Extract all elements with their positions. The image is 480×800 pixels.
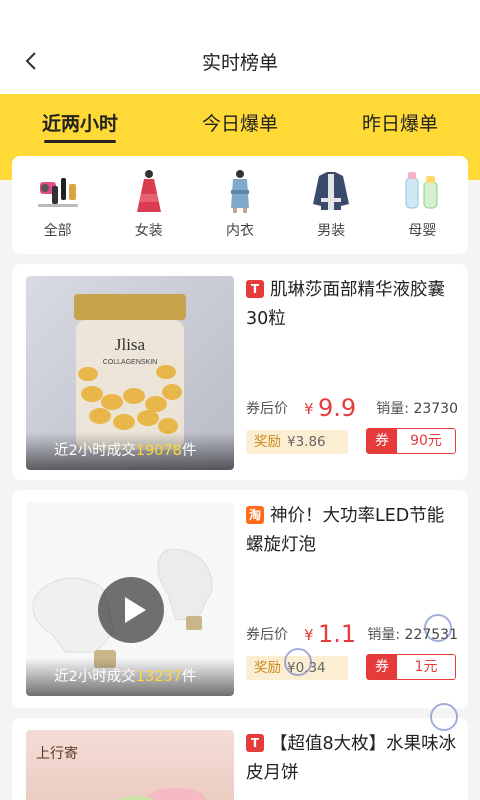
product-image-text: 上行寄 [36,745,78,762]
tmall-icon: T [246,734,264,752]
sales-unit: 件 [181,669,197,685]
sales-overlay: 近2小时成交19078件 [26,432,234,470]
touch-indicator [424,614,452,642]
coupon-value: 1元 [397,655,455,679]
category-underwear[interactable]: 内衣 [194,156,285,254]
coupon-value: 90元 [397,429,455,453]
category-label: 男装 [317,223,346,239]
sleepwear-icon [218,168,262,214]
category-men[interactable]: 男装 [286,156,377,254]
sales-unit: 件 [181,443,197,459]
category-label: 内衣 [226,223,254,239]
baby-bottle-icon [400,168,444,214]
product-title[interactable]: T 肌琳莎面部精华液胶囊30粒 [246,276,458,334]
time-tabs: 近两小时 今日爆单 昨日爆单 [0,94,480,154]
page-title: 实时榜单 [201,52,278,74]
tab-today-hot[interactable]: 今日爆单 [160,94,320,154]
dress-icon [127,168,171,214]
sales-count: 13237 [135,669,182,685]
product-card[interactable]: Jlisa COLLAGENSKIN 近2小时成交19078件 T 肌琳莎面部精华… [12,264,468,480]
sales-prefix: 近2小时成交 [54,443,136,459]
touch-indicator [284,648,312,676]
category-all[interactable]: 全部 [12,156,103,254]
sold-label: 销量: [367,627,401,643]
tab-yesterday-hot[interactable]: 昨日爆单 [320,94,480,154]
top-bar: 实时榜单 [0,0,480,94]
coupon-label: 券 [367,655,397,679]
category-women[interactable]: 女装 [103,156,194,254]
product-title[interactable]: 淘神价！大功率LED节能螺旋灯泡 [246,502,458,560]
currency-symbol: ¥ [304,400,314,418]
tmall-icon: T [246,280,264,298]
price-row: 券后价 ¥ 9.9 销量: 23730 [246,390,458,422]
price-label: 券后价 [246,401,288,417]
coupon-button[interactable]: 券 1元 [366,654,456,680]
jacket-icon [309,168,353,214]
category-label: 女装 [134,223,163,239]
currency-symbol: ¥ [304,626,314,644]
price-value: 9.9 [318,394,357,422]
reward-label: 奖励 [254,434,281,450]
product-subbrand-text: COLLAGENSKIN [103,359,157,366]
reward-badge: 奖励 ¥3.86 [246,430,348,454]
category-label: 全部 [43,223,72,239]
appliances-icon [36,168,80,214]
sold-count: 销量: 23730 [376,398,458,418]
sold-value: 23730 [413,401,458,417]
product-name: 【超值8大枚】水果味冰皮月饼 [246,734,457,783]
coupon-button[interactable]: 券 90元 [366,428,456,454]
product-card[interactable]: 近2小时成交13237件 淘神价！大功率LED节能螺旋灯泡 券后价 ¥ 1.1 … [12,490,468,708]
mooncake-image: 上行寄 [36,745,206,800]
sold-label: 销量: [376,401,409,417]
reward-label: 奖励 [254,660,281,676]
product-image: 近2小时成交13237件 [26,502,234,696]
taobao-icon: 淘 [246,506,264,524]
play-button[interactable] [98,577,164,643]
sales-prefix: 近2小时成交 [54,669,136,685]
price-value: 1.1 [318,620,357,648]
sales-count: 19078 [135,443,182,459]
product-name: 肌琳莎面部精华液胶囊30粒 [246,280,445,329]
product-card[interactable]: 上行寄 T 【超值8大枚】水果味冰皮月饼 [12,718,468,800]
play-icon [125,597,146,623]
touch-indicator [430,703,458,731]
category-label: 母婴 [408,223,437,239]
product-title[interactable]: T 【超值8大枚】水果味冰皮月饼 [246,730,458,788]
product-image: 上行寄 [26,730,234,800]
product-image: Jlisa COLLAGENSKIN 近2小时成交19078件 [26,276,234,470]
reward-value: ¥3.86 [287,434,326,450]
category-baby[interactable]: 母婴 [377,156,468,254]
coupon-label: 券 [367,429,397,453]
category-bar: 全部 女装 内衣 男装 母婴 [12,156,468,254]
product-brand-text: Jlisa [115,335,146,354]
product-name: 神价！大功率LED节能螺旋灯泡 [246,506,445,555]
tab-last-two-hours[interactable]: 近两小时 [0,94,160,154]
price-label: 券后价 [246,627,288,643]
sales-overlay: 近2小时成交13237件 [26,658,234,696]
